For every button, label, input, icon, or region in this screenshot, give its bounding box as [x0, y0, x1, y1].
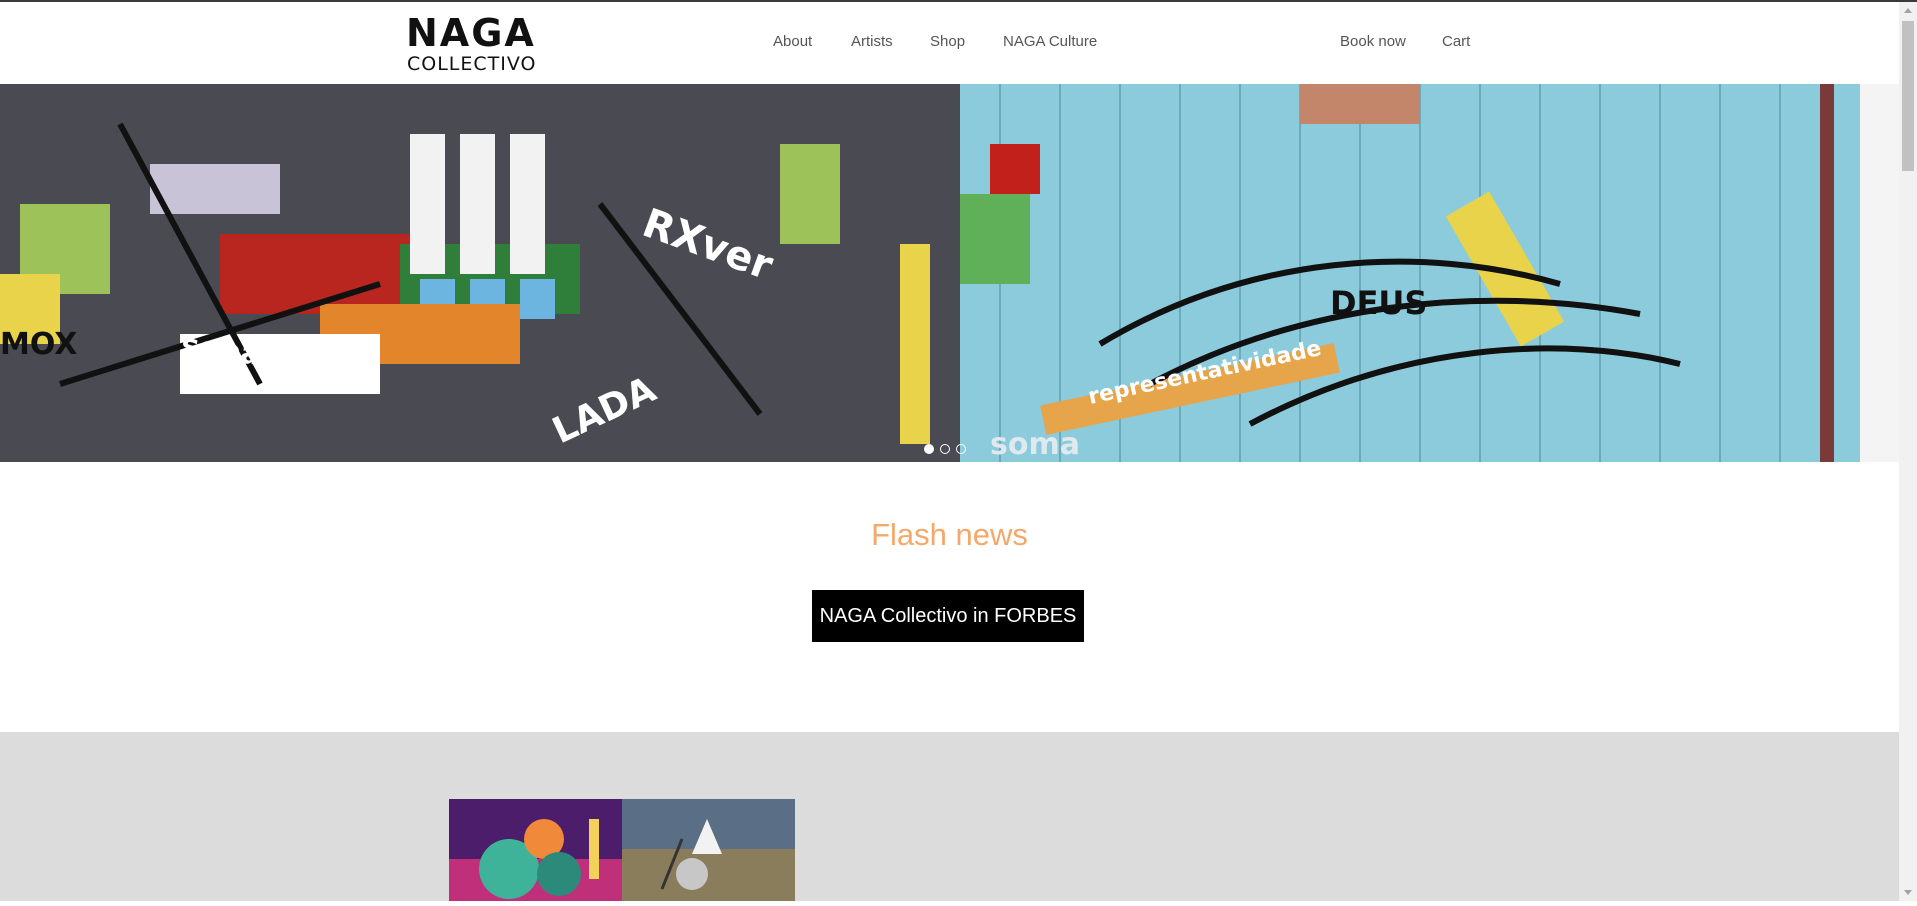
hero-carousel[interactable]: sebastião RXver representatividade soma …: [0, 84, 1899, 462]
carousel-dot-2[interactable]: [940, 444, 950, 454]
logo-subtitle: COLLECTIVO: [407, 53, 537, 75]
svg-text:MOX: MOX: [0, 327, 77, 362]
scrollbar-thumb[interactable]: [1902, 21, 1914, 171]
forbes-news-button[interactable]: NAGA Collectivo in FORBES: [812, 590, 1084, 642]
logo[interactable]: NAGA COLLECTIVO: [406, 14, 546, 74]
flash-news-title: Flash news: [871, 517, 1028, 552]
logo-word: NAGA: [406, 11, 536, 55]
nav-about[interactable]: About: [773, 33, 812, 51]
carousel-dot-3[interactable]: [956, 444, 966, 454]
nav-artists[interactable]: Artists: [851, 33, 893, 51]
nav-book-now[interactable]: Book now: [1340, 33, 1406, 51]
svg-text:DEUS: DEUS: [1330, 284, 1427, 322]
page-scrollbar[interactable]: [1899, 2, 1917, 901]
artwork-thumbnail-2[interactable]: [622, 799, 795, 901]
carousel-indicators: [924, 444, 968, 456]
svg-text:soma: soma: [990, 427, 1080, 462]
hero-mural-image: sebastião RXver representatividade soma …: [0, 84, 1899, 462]
scroll-down-arrow-icon[interactable]: [1899, 884, 1917, 901]
nav-cart[interactable]: Cart: [1442, 33, 1470, 51]
nav-shop[interactable]: Shop: [930, 33, 965, 51]
scroll-up-arrow-icon[interactable]: [1899, 2, 1917, 19]
site-header: NAGA COLLECTIVO About Artists Shop NAGA …: [0, 2, 1899, 84]
artwork-thumbnail-1[interactable]: [449, 799, 622, 901]
carousel-dot-1[interactable]: [924, 444, 934, 454]
featured-section: [0, 732, 1899, 901]
nav-naga-culture[interactable]: NAGA Culture: [1003, 33, 1097, 51]
